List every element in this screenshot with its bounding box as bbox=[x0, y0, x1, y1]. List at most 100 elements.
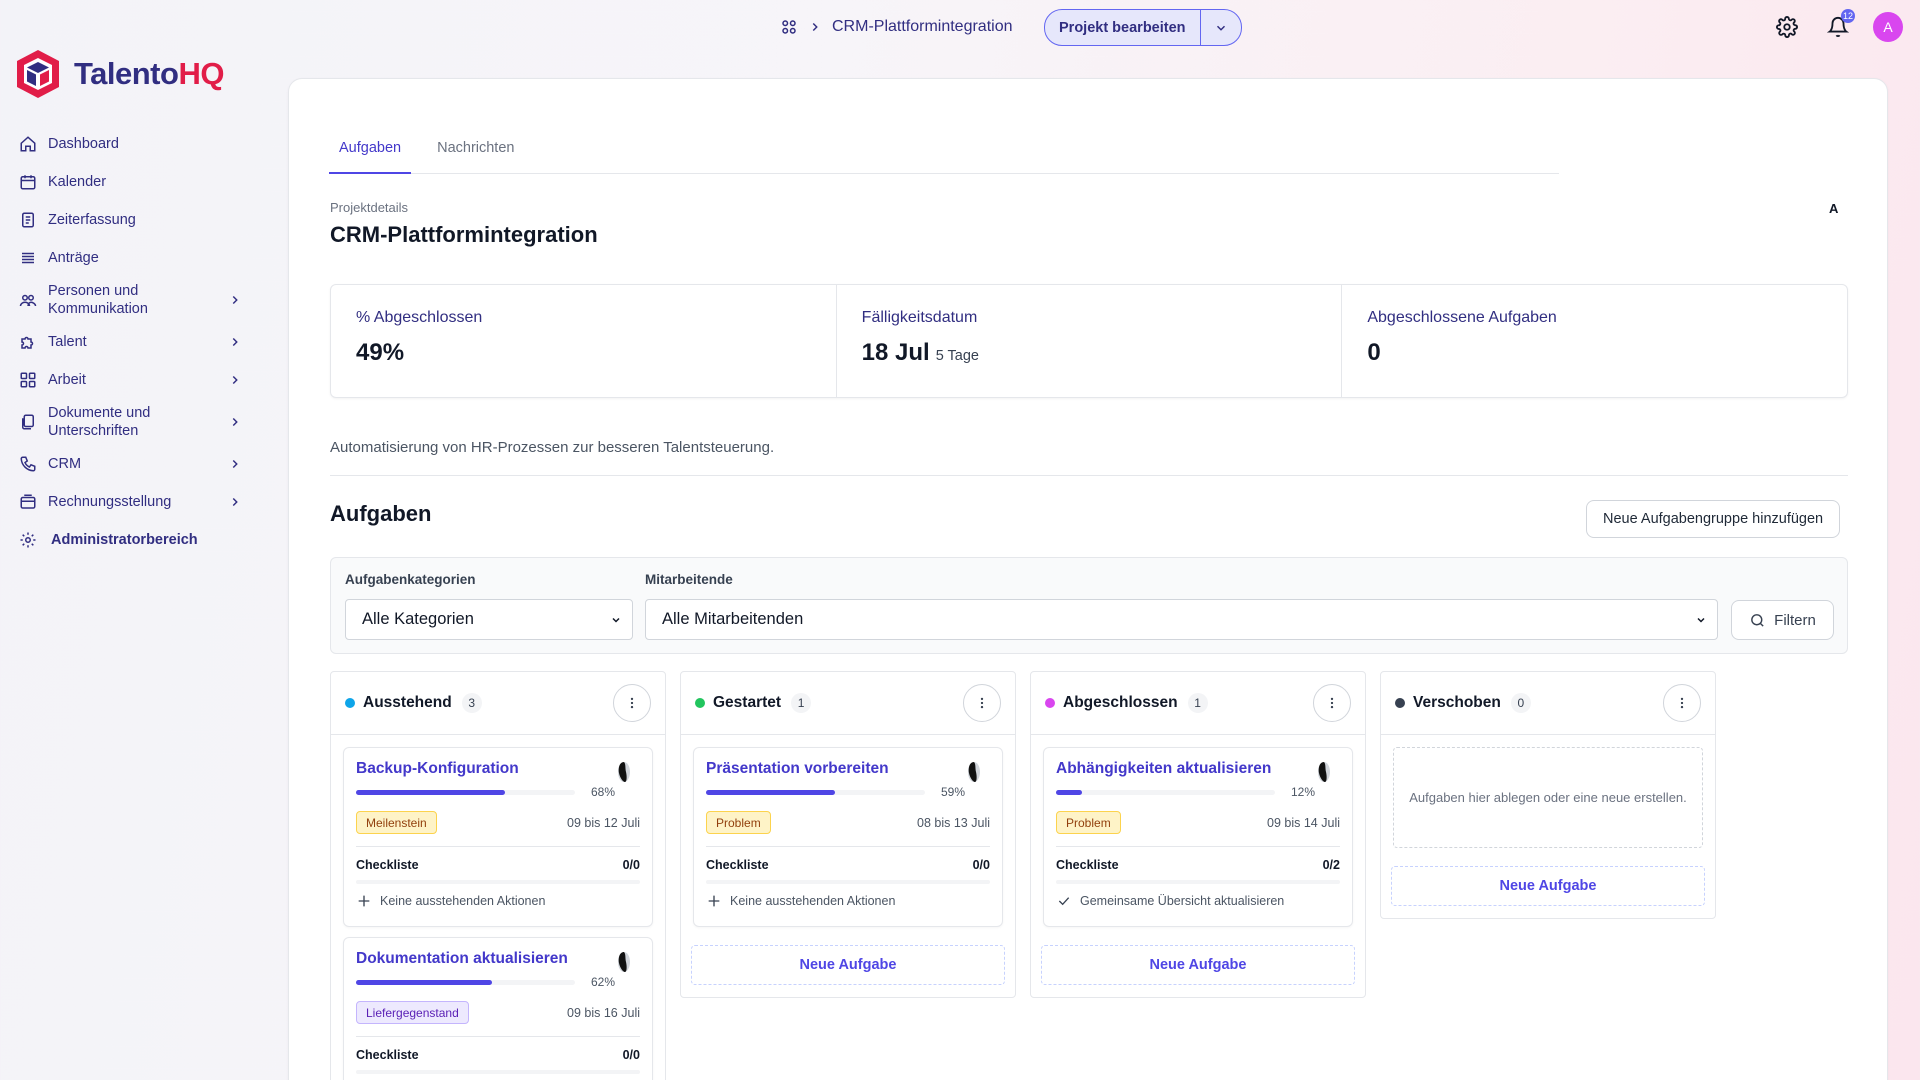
gear-icon bbox=[18, 530, 38, 550]
column-menu-button[interactable] bbox=[1663, 684, 1701, 722]
home-icon bbox=[18, 134, 38, 154]
sidebar-item-crm[interactable]: CRM bbox=[0, 445, 270, 483]
task-title[interactable]: Präsentation vorbereiten bbox=[706, 760, 990, 778]
sidebar-item-zeiterfassung[interactable]: Zeiterfassung bbox=[0, 201, 270, 239]
task-title[interactable]: Backup-Konfiguration bbox=[356, 760, 640, 778]
task-dates: 09 bis 12 Juli bbox=[567, 815, 640, 830]
column-title: Gestartet bbox=[713, 694, 782, 711]
divider bbox=[330, 475, 1848, 476]
settings-button[interactable] bbox=[1774, 14, 1800, 40]
sidebar-item-talent[interactable]: Talent bbox=[0, 323, 270, 361]
category-select[interactable]: Alle Kategorien bbox=[345, 599, 633, 640]
task-card[interactable]: Backup-Konfiguration 68% Meilenstein 09 … bbox=[343, 747, 653, 927]
tasks-heading: Aufgaben bbox=[330, 501, 432, 526]
more-vertical-icon bbox=[980, 697, 984, 709]
filter-button-label: Filtern bbox=[1774, 611, 1816, 629]
progress-percent: 68% bbox=[590, 785, 615, 799]
tab-aufgaben[interactable]: Aufgaben bbox=[329, 123, 412, 174]
edit-project-button[interactable]: Projekt bearbeiten bbox=[1045, 10, 1201, 45]
progress-bar bbox=[356, 789, 575, 795]
divider bbox=[1056, 846, 1340, 847]
chevron-right-icon bbox=[232, 497, 238, 507]
action-row[interactable]: Keine ausstehenden Aktionen bbox=[706, 893, 990, 909]
sidebar-item-rechnungsstellung[interactable]: Rechnungsstellung bbox=[0, 483, 270, 521]
column-header: Verschoben 0 bbox=[1381, 672, 1715, 735]
stat-label: Fälligkeitsdatum bbox=[861, 309, 978, 326]
status-dot bbox=[1395, 698, 1405, 708]
progress-fill bbox=[356, 979, 492, 985]
logo-text: TalentoHQ bbox=[74, 56, 224, 92]
column-count: 0 bbox=[1510, 693, 1531, 713]
add-task-group-button[interactable]: Neue Aufgabengruppe hinzufügen bbox=[1586, 500, 1841, 538]
checklist-progress bbox=[1056, 880, 1340, 884]
checklist-row: Checkliste 0/2 bbox=[1056, 858, 1340, 872]
checklist-label: Checkliste bbox=[356, 1048, 419, 1062]
column-title: Verschoben bbox=[1413, 694, 1501, 711]
sidebar-item-personen[interactable]: Personen und Kommunikation bbox=[0, 277, 270, 323]
sidebar: TalentoHQ Dashboard Kalender Zeiterfassu… bbox=[0, 0, 270, 1080]
new-task-button[interactable]: Neue Aufgabe bbox=[691, 945, 1005, 985]
category-label: Aufgabenkategorien bbox=[345, 572, 476, 587]
new-task-button[interactable]: Neue Aufgabe bbox=[1391, 866, 1705, 906]
column-header: Ausstehend 3 bbox=[331, 672, 665, 735]
task-title[interactable]: Dokumentation aktualisieren bbox=[356, 950, 640, 968]
more-vertical-icon bbox=[630, 697, 634, 709]
progress-fill bbox=[356, 789, 505, 795]
column-title: Abgeschlossen bbox=[1063, 694, 1178, 711]
progress-fill bbox=[1056, 789, 1083, 795]
breadcrumb: CRM-Plattformintegration bbox=[780, 14, 1013, 40]
tab-nachrichten[interactable]: Nachrichten bbox=[427, 123, 524, 173]
edit-project-dropdown[interactable] bbox=[1201, 10, 1241, 45]
stat-value: 18 Jul 5 Tage bbox=[862, 339, 1317, 367]
task-tag: Problem bbox=[1056, 811, 1121, 834]
user-avatar[interactable]: A bbox=[1873, 12, 1903, 42]
filter-button[interactable]: Filtern bbox=[1731, 600, 1834, 640]
stat-done-tasks: Abgeschlossene Aufgaben 0 bbox=[1342, 285, 1847, 397]
sidebar-item-arbeit[interactable]: Arbeit bbox=[0, 361, 270, 399]
sidebar-item-label: Rechnungsstellung bbox=[48, 494, 172, 510]
assignee-avatar-icon bbox=[618, 762, 630, 782]
action-row[interactable]: Gemeinsame Übersicht aktualisieren bbox=[1056, 893, 1340, 909]
task-title[interactable]: Abhängigkeiten aktualisieren bbox=[1056, 760, 1340, 778]
due-date-value: 18 Jul bbox=[861, 339, 930, 366]
task-card[interactable]: Dokumentation aktualisieren 62% Lieferge… bbox=[343, 937, 653, 1080]
checklist-value: 0/0 bbox=[622, 858, 640, 872]
sidebar-item-dokumente[interactable]: Dokumente und Unterschriften bbox=[0, 399, 270, 445]
column-header: Gestartet 1 bbox=[681, 672, 1015, 735]
logo-part1: Talento bbox=[74, 56, 179, 91]
member-avatar[interactable]: A bbox=[1829, 201, 1838, 216]
apps-icon[interactable] bbox=[780, 18, 798, 36]
progress-fill bbox=[706, 789, 836, 795]
sidebar-item-antraege[interactable]: Anträge bbox=[0, 239, 270, 277]
checklist-progress bbox=[356, 880, 640, 884]
checklist-value: 0/2 bbox=[1322, 858, 1340, 872]
column-menu-button[interactable] bbox=[1313, 684, 1351, 722]
task-tag: Meilenstein bbox=[356, 811, 437, 834]
staff-select[interactable]: Alle Mitarbeitenden bbox=[645, 599, 1718, 640]
breadcrumb-title[interactable]: CRM-Plattformintegration bbox=[832, 18, 1013, 36]
people-icon bbox=[18, 290, 38, 310]
drop-zone[interactable]: Aufgaben hier ablegen oder eine neue ers… bbox=[1393, 747, 1703, 848]
assignee-avatar-icon bbox=[618, 952, 630, 972]
sidebar-item-dashboard[interactable]: Dashboard bbox=[0, 125, 270, 163]
chevron-right-icon bbox=[232, 295, 238, 305]
logo[interactable]: TalentoHQ bbox=[14, 48, 224, 100]
task-tag: Problem bbox=[706, 811, 771, 834]
more-vertical-icon bbox=[1680, 697, 1684, 709]
new-task-button[interactable]: Neue Aufgabe bbox=[1041, 945, 1355, 985]
list-icon bbox=[18, 248, 38, 268]
column-completed: Abgeschlossen 1 Abhängigkeiten aktualisi… bbox=[1030, 671, 1366, 998]
stats-card: % Abgeschlossen 49% Fälligkeitsdatum 18 … bbox=[330, 284, 1848, 398]
column-pending: Ausstehend 3 Backup-Konfiguration 68% Me… bbox=[330, 671, 666, 1080]
edit-project-group: Projekt bearbeiten bbox=[1044, 9, 1242, 46]
action-row[interactable]: Keine ausstehenden Aktionen bbox=[356, 893, 640, 909]
checklist-value: 0/0 bbox=[972, 858, 990, 872]
column-menu-button[interactable] bbox=[963, 684, 1001, 722]
task-card[interactable]: Abhängigkeiten aktualisieren 12% Problem… bbox=[1043, 747, 1353, 927]
page-title: CRM-Plattformintegration bbox=[330, 222, 598, 247]
search-icon bbox=[1751, 613, 1764, 627]
column-menu-button[interactable] bbox=[613, 684, 651, 722]
sidebar-item-kalender[interactable]: Kalender bbox=[0, 163, 270, 201]
task-card[interactable]: Präsentation vorbereiten 59% Problem 08 … bbox=[693, 747, 1003, 927]
sidebar-item-admin[interactable]: Administratorbereich bbox=[0, 521, 270, 559]
